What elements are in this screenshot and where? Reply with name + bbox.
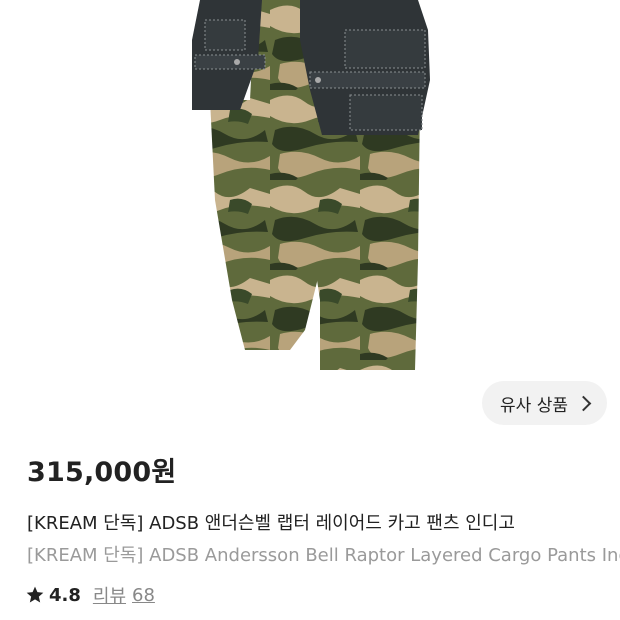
product-image[interactable] <box>0 0 620 380</box>
review-count[interactable]: 68 <box>132 585 155 606</box>
product-title-en: [KREAM 단독] ADSB Andersson Bell Raptor La… <box>27 545 620 566</box>
star-icon <box>26 586 44 603</box>
cargo-pants-illustration <box>192 0 430 370</box>
chevron-right-icon <box>575 395 592 411</box>
product-title-ko: [KREAM 단독] ADSB 앤더슨벨 랩터 레이어드 카고 팬츠 인디고 <box>27 513 515 534</box>
similar-products-label: 유사 상품 <box>500 395 568 416</box>
rating-score: 4.8 <box>49 584 81 606</box>
product-price: 315,000원 <box>27 457 177 488</box>
similar-products-button[interactable]: 유사 상품 <box>482 381 607 425</box>
rating-row: 4.8 리뷰 68 <box>25 582 155 608</box>
review-link-label[interactable]: 리뷰 <box>93 582 126 608</box>
